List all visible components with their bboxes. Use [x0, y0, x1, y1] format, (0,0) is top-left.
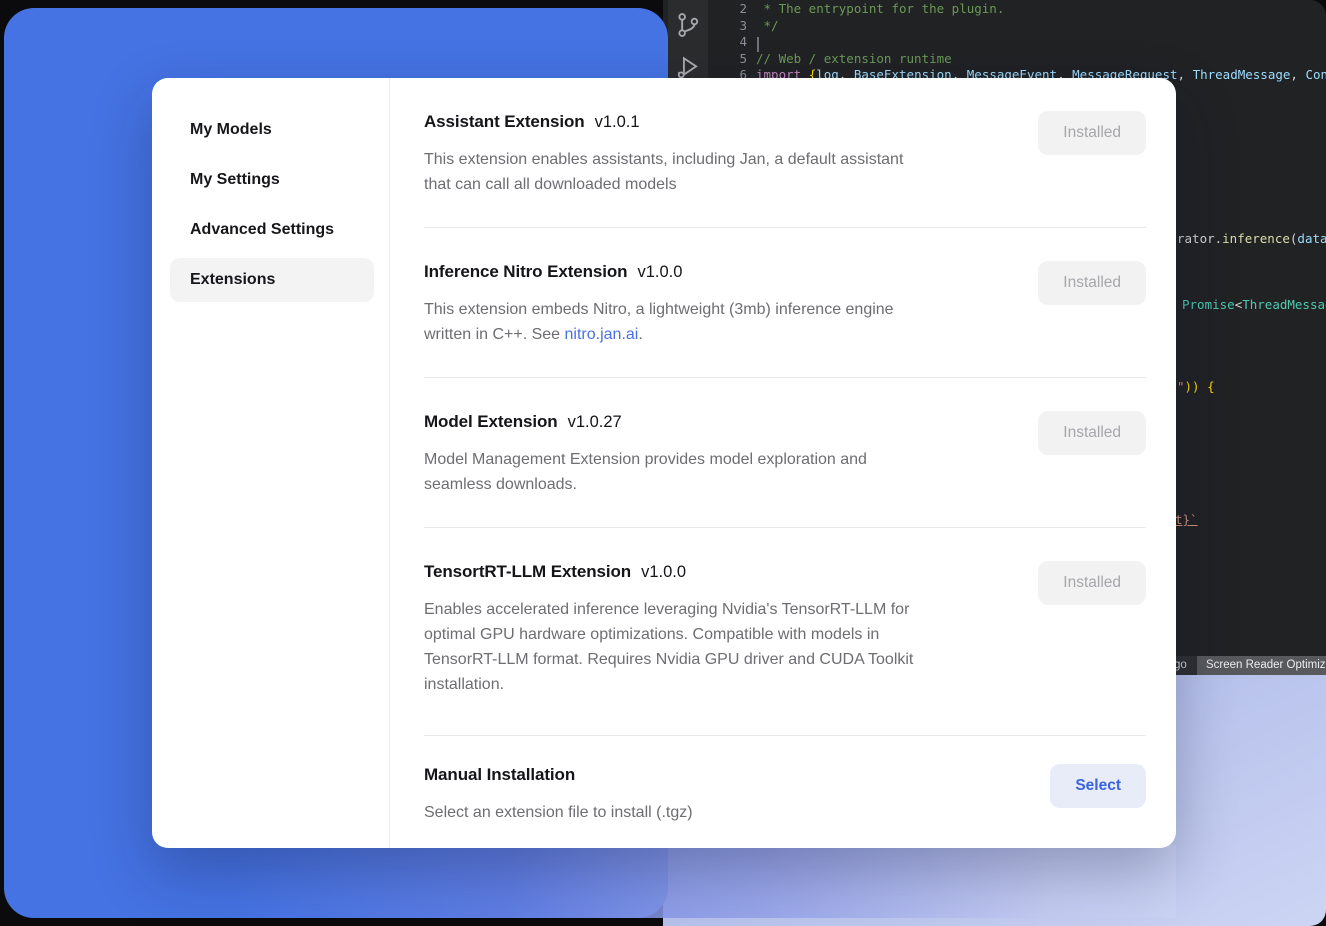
select-file-button[interactable]: Select — [1050, 764, 1146, 808]
installed-button[interactable]: Installed — [1038, 111, 1146, 155]
sidebar-item-extensions[interactable]: Extensions — [170, 258, 374, 302]
extension-name: Model Extension — [424, 412, 558, 431]
extension-description: This extension embeds Nitro, a lightweig… — [424, 297, 894, 347]
code-fragment: rator.inference(data)); — [1177, 231, 1326, 246]
code-fragment: Promise<ThreadMessage> — [1182, 297, 1326, 312]
extension-version: v1.0.1 — [595, 113, 640, 131]
extension-row-manual-installation: Manual Installation Select an extension … — [424, 736, 1146, 848]
sidebar-item-advanced-settings[interactable]: Advanced Settings — [170, 208, 374, 252]
extension-row-assistant: Assistant Extension v1.0.1 This extension… — [424, 78, 1146, 228]
settings-sidebar: My Models My Settings Advanced Settings … — [152, 78, 390, 848]
extension-description: Enables accelerated inference leveraging… — [424, 597, 913, 697]
installed-button[interactable]: Installed — [1038, 411, 1146, 455]
sidebar-item-my-settings[interactable]: My Settings — [170, 158, 374, 202]
extension-name: Manual Installation — [424, 765, 575, 784]
extension-name: Inference Nitro Extension — [424, 262, 627, 281]
extension-row-model: Model Extension v1.0.27 Model Management … — [424, 378, 1146, 528]
app-window: 2 * The entrypoint for the plugin.3 */45… — [0, 0, 1326, 926]
code-fragment: t}` — [1175, 512, 1198, 527]
extension-description: Model Management Extension provides mode… — [424, 447, 867, 497]
settings-card: My Models My Settings Advanced Settings … — [152, 78, 1176, 848]
source-control-icon[interactable] — [674, 10, 702, 40]
extension-version: v1.0.0 — [641, 563, 686, 581]
extension-name: Assistant Extension — [424, 112, 585, 131]
sidebar-item-my-models[interactable]: My Models — [170, 108, 374, 152]
extension-row-inference-nitro: Inference Nitro Extension v1.0.0 This ext… — [424, 228, 1146, 378]
extensions-list: Assistant Extension v1.0.1 This extension… — [390, 78, 1176, 848]
extension-row-tensorrt-llm: TensortRT-LLM Extension v1.0.0 Enables ac… — [424, 528, 1146, 736]
gradient-blend — [152, 845, 1176, 918]
installed-button[interactable]: Installed — [1038, 261, 1146, 305]
code-fragment: ")) { — [1177, 379, 1215, 394]
extension-description: Select an extension file to install (.tg… — [424, 800, 693, 825]
code-line: 4 — [708, 34, 1326, 51]
installed-button[interactable]: Installed — [1038, 561, 1146, 605]
extension-version: v1.0.27 — [568, 413, 622, 431]
extension-version: v1.0.0 — [637, 263, 682, 281]
extension-name: TensortRT-LLM Extension — [424, 562, 631, 581]
code-line: 2 * The entrypoint for the plugin. — [708, 1, 1326, 18]
code-line: 5// Web / extension runtime — [708, 51, 1326, 68]
screen-reader-status[interactable]: Screen Reader Optimized — [1197, 656, 1326, 675]
code-line: 3 */ — [708, 18, 1326, 35]
code-lines: 2 * The entrypoint for the plugin.3 */45… — [708, 1, 1326, 84]
text-cursor — [757, 37, 759, 52]
nitro-jan-ai-link[interactable]: nitro.jan.ai — [565, 326, 639, 343]
extension-description: This extension enables assistants, inclu… — [424, 147, 903, 197]
